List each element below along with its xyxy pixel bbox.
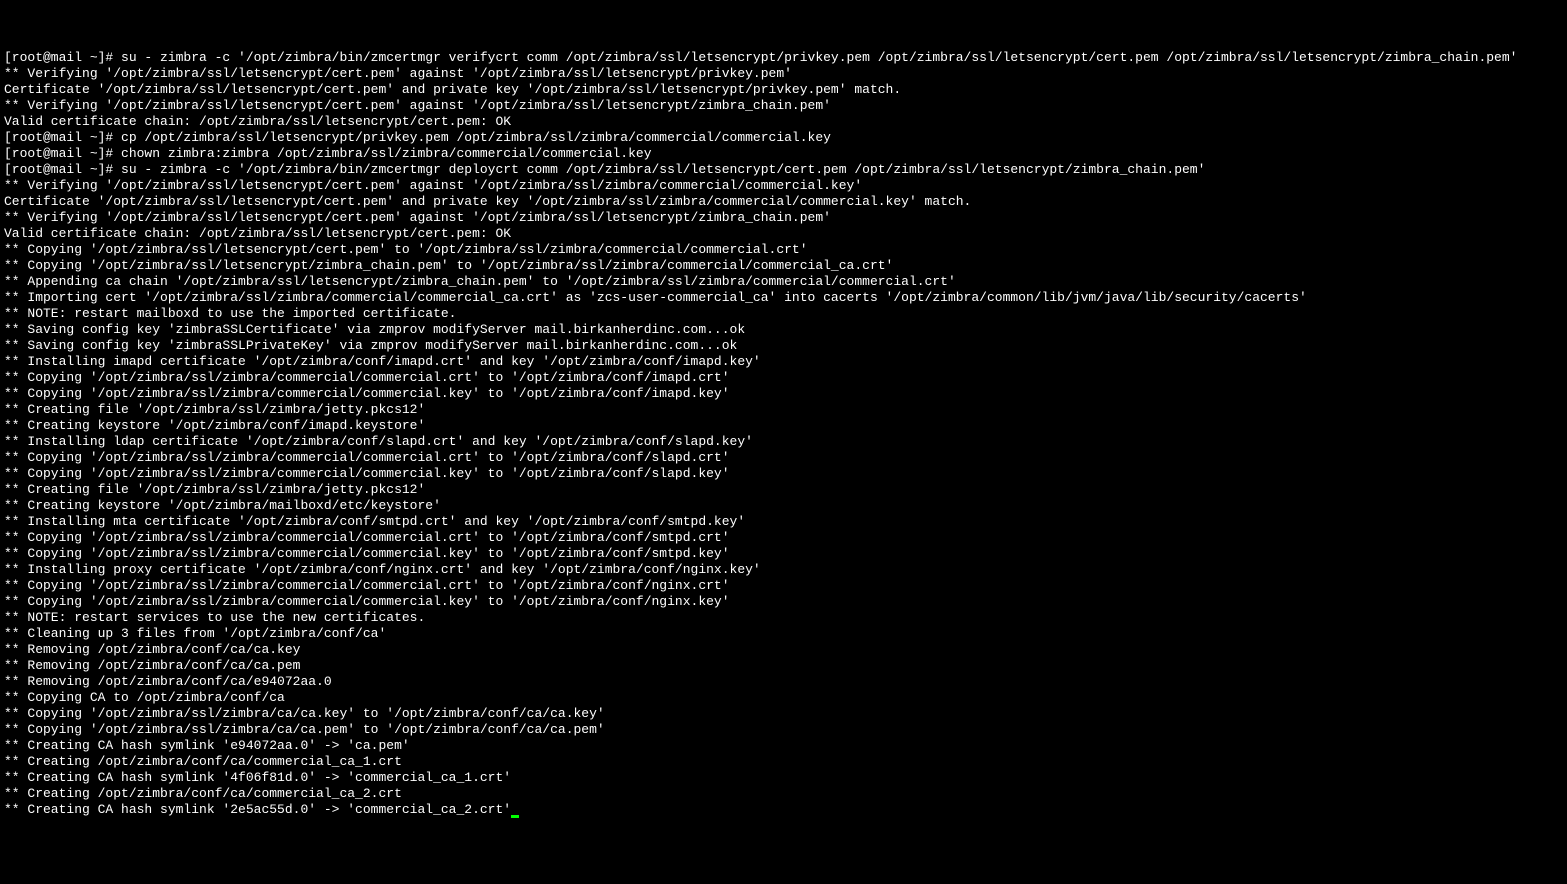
terminal-line: ** Creating keystore '/opt/zimbra/mailbo… [4,498,1563,514]
terminal-line: ** Creating /opt/zimbra/conf/ca/commerci… [4,754,1563,770]
terminal-line: ** Copying '/opt/zimbra/ssl/zimbra/comme… [4,370,1563,386]
terminal-line: ** Creating file '/opt/zimbra/ssl/zimbra… [4,482,1563,498]
terminal-line: ** Copying '/opt/zimbra/ssl/zimbra/comme… [4,466,1563,482]
terminal-output[interactable]: [root@mail ~]# su - zimbra -c '/opt/zimb… [4,50,1563,818]
terminal-line: Certificate '/opt/zimbra/ssl/letsencrypt… [4,194,1563,210]
terminal-line: ** Copying '/opt/zimbra/ssl/zimbra/comme… [4,386,1563,402]
terminal-line: ** Saving config key 'zimbraSSLCertifica… [4,322,1563,338]
terminal-line: ** Verifying '/opt/zimbra/ssl/letsencryp… [4,178,1563,194]
terminal-line: ** Creating file '/opt/zimbra/ssl/zimbra… [4,402,1563,418]
terminal-line: [root@mail ~]# chown zimbra:zimbra /opt/… [4,146,1563,162]
terminal-line: Certificate '/opt/zimbra/ssl/letsencrypt… [4,82,1563,98]
terminal-line: ** Creating CA hash symlink 'e94072aa.0'… [4,738,1563,754]
terminal-line: ** NOTE: restart mailboxd to use the imp… [4,306,1563,322]
terminal-line: ** Copying '/opt/zimbra/ssl/zimbra/ca/ca… [4,706,1563,722]
terminal-line: ** Copying '/opt/zimbra/ssl/zimbra/comme… [4,578,1563,594]
terminal-line: ** Cleaning up 3 files from '/opt/zimbra… [4,626,1563,642]
terminal-line: [root@mail ~]# cp /opt/zimbra/ssl/letsen… [4,130,1563,146]
terminal-line: ** Removing /opt/zimbra/conf/ca/e94072aa… [4,674,1563,690]
terminal-line: ** Creating keystore '/opt/zimbra/conf/i… [4,418,1563,434]
terminal-line: ** Copying '/opt/zimbra/ssl/zimbra/comme… [4,450,1563,466]
terminal-line: ** Installing imapd certificate '/opt/zi… [4,354,1563,370]
terminal-line: ** Verifying '/opt/zimbra/ssl/letsencryp… [4,66,1563,82]
terminal-line: ** Removing /opt/zimbra/conf/ca/ca.pem [4,658,1563,674]
terminal-line: ** NOTE: restart services to use the new… [4,610,1563,626]
terminal-line: ** Copying '/opt/zimbra/ssl/zimbra/comme… [4,594,1563,610]
terminal-line: ** Installing mta certificate '/opt/zimb… [4,514,1563,530]
terminal-line: ** Creating CA hash symlink '2e5ac55d.0'… [4,802,1563,818]
terminal-line: ** Creating /opt/zimbra/conf/ca/commerci… [4,786,1563,802]
terminal-line: ** Removing /opt/zimbra/conf/ca/ca.key [4,642,1563,658]
terminal-line: ** Importing cert '/opt/zimbra/ssl/zimbr… [4,290,1563,306]
terminal-line: ** Copying CA to /opt/zimbra/conf/ca [4,690,1563,706]
terminal-line: Valid certificate chain: /opt/zimbra/ssl… [4,226,1563,242]
terminal-line: ** Copying '/opt/zimbra/ssl/zimbra/ca/ca… [4,722,1563,738]
terminal-line: [root@mail ~]# su - zimbra -c '/opt/zimb… [4,50,1563,66]
terminal-line: ** Appending ca chain '/opt/zimbra/ssl/l… [4,274,1563,290]
terminal-line: ** Installing proxy certificate '/opt/zi… [4,562,1563,578]
terminal-line: ** Copying '/opt/zimbra/ssl/zimbra/comme… [4,546,1563,562]
terminal-line: [root@mail ~]# su - zimbra -c '/opt/zimb… [4,162,1563,178]
terminal-line: ** Verifying '/opt/zimbra/ssl/letsencryp… [4,98,1563,114]
terminal-line: ** Copying '/opt/zimbra/ssl/zimbra/comme… [4,530,1563,546]
terminal-line: ** Installing ldap certificate '/opt/zim… [4,434,1563,450]
terminal-line: ** Copying '/opt/zimbra/ssl/letsencrypt/… [4,258,1563,274]
terminal-line: ** Verifying '/opt/zimbra/ssl/letsencryp… [4,210,1563,226]
terminal-line: ** Saving config key 'zimbraSSLPrivateKe… [4,338,1563,354]
terminal-line: ** Creating CA hash symlink '4f06f81d.0'… [4,770,1563,786]
terminal-line: Valid certificate chain: /opt/zimbra/ssl… [4,114,1563,130]
terminal-line: ** Copying '/opt/zimbra/ssl/letsencrypt/… [4,242,1563,258]
